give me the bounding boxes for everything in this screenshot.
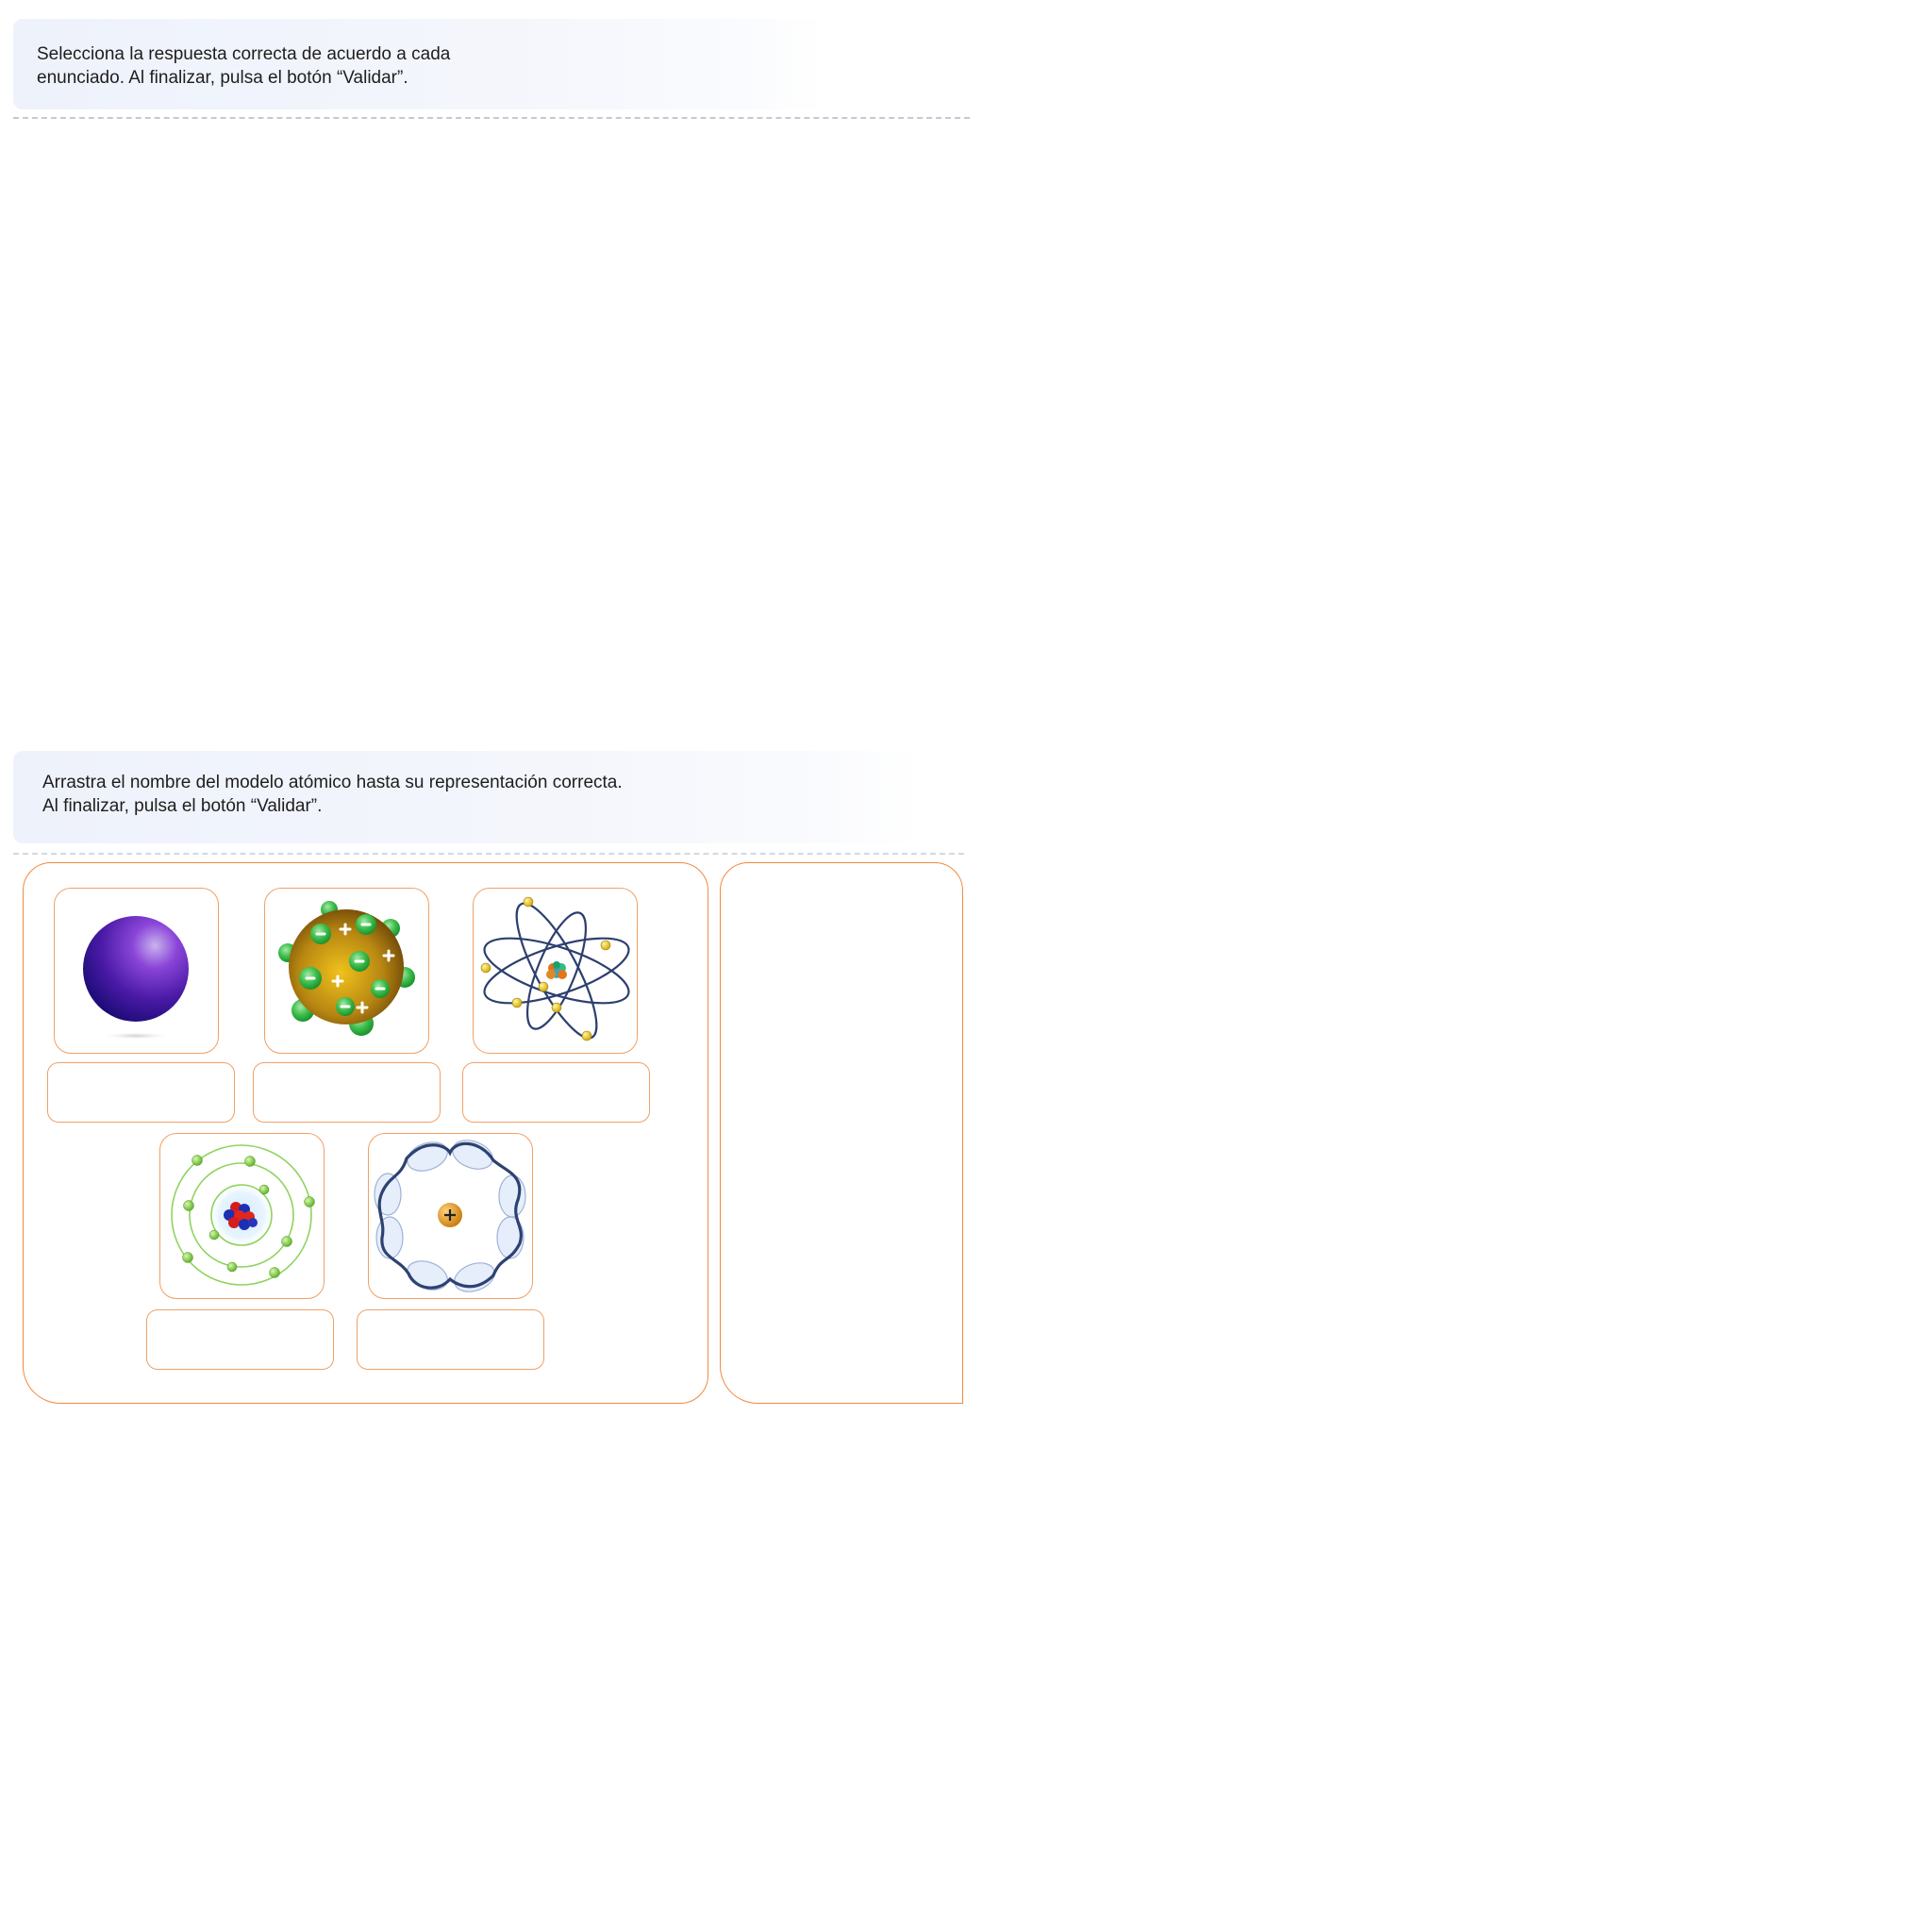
word-bank-panel[interactable] bbox=[720, 862, 963, 1404]
drop-slot-5[interactable] bbox=[357, 1309, 544, 1370]
bohr-model-card bbox=[159, 1133, 325, 1299]
rutherford-model-card bbox=[473, 888, 638, 1054]
quantum-wave-model-icon bbox=[374, 1140, 526, 1292]
thomson-plum-pudding-model-icon bbox=[278, 901, 415, 1036]
divider-1 bbox=[13, 117, 970, 119]
instruction-text-1: Selecciona la respuesta correcta de acue… bbox=[37, 44, 451, 88]
drop-slot-4[interactable] bbox=[146, 1309, 334, 1370]
drop-slot-2[interactable] bbox=[253, 1062, 441, 1123]
instruction-box-2: Arrastra el nombre del modelo atómico ha… bbox=[13, 751, 919, 843]
schrodinger-model-card bbox=[368, 1133, 533, 1299]
dalton-model-card bbox=[54, 888, 219, 1054]
drop-slot-1[interactable] bbox=[47, 1062, 235, 1123]
thomson-model-card bbox=[264, 888, 429, 1054]
instruction-box-1: Selecciona la respuesta correcta de acue… bbox=[13, 19, 824, 109]
divider-2 bbox=[13, 853, 964, 855]
drop-slot-3[interactable] bbox=[462, 1062, 650, 1123]
rutherford-orbital-model-icon bbox=[480, 896, 630, 1041]
dalton-sphere-model-icon bbox=[83, 916, 189, 1040]
instruction-text-2: Arrastra el nombre del modelo atómico ha… bbox=[42, 773, 623, 816]
bohr-shell-model-icon bbox=[171, 1144, 315, 1286]
